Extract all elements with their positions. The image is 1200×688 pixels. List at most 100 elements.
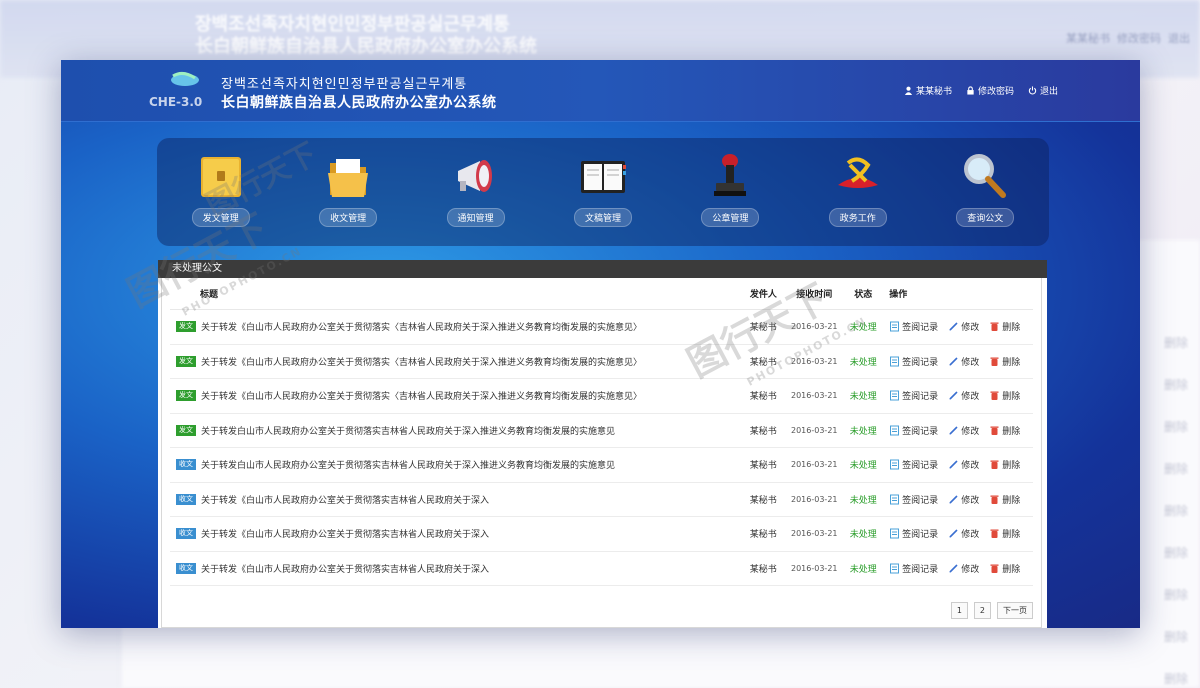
edit-button[interactable]: 修改 <box>948 320 979 333</box>
trash-icon <box>990 357 999 366</box>
sign-record-button[interactable]: 签阅记录 <box>889 424 938 437</box>
doc-date: 2016-03-21 <box>791 529 838 539</box>
doc-title[interactable]: 关于转发《白山市人民政府办公室关于贯彻落实〈吉林省人民政府关于深入推进义务教育均… <box>201 320 642 333</box>
table-header: 标题 发件人 接收时间 状态 操作 <box>170 278 1033 310</box>
row-actions: 签阅记录 修改 删除 <box>883 458 1033 471</box>
row-title-cell: 收文 关于转发《白山市人民政府办公室关于贯彻落实吉林省人民政府关于深入 <box>170 562 741 575</box>
delete-button[interactable]: 删除 <box>989 424 1020 437</box>
page-1-button[interactable]: 1 <box>950 602 968 619</box>
sign-record-label: 签阅记录 <box>902 323 939 334</box>
table-row[interactable]: 发文 关于转发《白山市人民政府办公室关于贯彻落实〈吉林省人民政府关于深入推进义务教… <box>170 379 1033 414</box>
table-row[interactable]: 发文 关于转发《白山市人民政府办公室关于贯彻落实〈吉林省人民政府关于深入推进义务教… <box>170 310 1033 345</box>
delete-button[interactable]: 删除 <box>989 389 1020 402</box>
edit-button[interactable]: 修改 <box>948 424 979 437</box>
doc-type-badge: 发文 <box>176 321 196 333</box>
delete-label: 删除 <box>1002 461 1021 472</box>
nav-send-docs[interactable]: 发文管理 <box>171 150 271 227</box>
document-icon <box>890 321 900 332</box>
edit-label: 修改 <box>961 357 980 368</box>
edit-button[interactable]: 修改 <box>948 458 979 471</box>
sign-record-button[interactable]: 签阅记录 <box>889 562 938 575</box>
table-row[interactable]: 发文 关于转发《白山市人民政府办公室关于贯彻落实〈吉林省人民政府关于深入推进义务教… <box>170 345 1033 379</box>
table-row[interactable]: 收文 关于转发《白山市人民政府办公室关于贯彻落实吉林省人民政府关于深入 某秘书 201… <box>170 552 1033 586</box>
doc-title[interactable]: 关于转发《白山市人民政府办公室关于贯彻落实〈吉林省人民政府关于深入推进义务教育均… <box>201 355 642 368</box>
panel-title: 未处理公文 <box>158 260 1047 278</box>
pencil-icon <box>949 357 958 366</box>
delete-button[interactable]: 删除 <box>989 458 1020 471</box>
delete-button[interactable]: 删除 <box>989 562 1020 575</box>
sign-record-button[interactable]: 签阅记录 <box>889 389 938 402</box>
doc-sender: 某秘书 <box>749 357 777 368</box>
doc-status: 未处理 <box>849 426 877 437</box>
doc-type-badge: 收文 <box>176 562 196 574</box>
sign-record-button[interactable]: 签阅记录 <box>889 527 938 540</box>
edit-button[interactable]: 修改 <box>948 562 979 575</box>
nav-seals[interactable]: 公章管理 <box>680 150 780 227</box>
next-page-button[interactable]: 下一页 <box>997 602 1033 619</box>
doc-date: 2016-03-21 <box>791 563 838 573</box>
delete-button[interactable]: 删除 <box>989 527 1020 540</box>
delete-label: 删除 <box>1002 426 1021 437</box>
edit-button[interactable]: 修改 <box>948 355 979 368</box>
doc-type-badge: 发文 <box>176 355 196 367</box>
doc-rows: 发文 关于转发《白山市人民政府办公室关于贯彻落实〈吉林省人民政府关于深入推进义务教… <box>170 310 1033 586</box>
doc-title[interactable]: 关于转发《白山市人民政府办公室关于贯彻落实吉林省人民政府关于深入 <box>201 493 489 506</box>
sign-record-label: 签阅记录 <box>902 461 939 472</box>
table-row[interactable]: 收文 关于转发《白山市人民政府办公室关于贯彻落实吉林省人民政府关于深入 某秘书 201… <box>170 483 1033 517</box>
magnifier-icon <box>964 154 1007 198</box>
trash-icon <box>990 495 999 504</box>
edit-button[interactable]: 修改 <box>948 527 979 540</box>
pencil-icon <box>949 391 958 400</box>
doc-title[interactable]: 关于转发《白山市人民政府办公室关于贯彻落实〈吉林省人民政府关于深入推进义务教育均… <box>201 389 642 402</box>
user-icon <box>904 86 913 95</box>
trash-icon <box>990 460 999 470</box>
delete-label: 删除 <box>1002 357 1021 368</box>
app-window: CHE-3.0 장백조선족자치현인민정부판공실근무계통 长白朝鲜族自治县人民政府… <box>61 60 1140 628</box>
table-row[interactable]: 收文 关于转发《白山市人民政府办公室关于贯彻落实吉林省人民政府关于深入 某秘书 201… <box>170 517 1033 552</box>
table-row[interactable]: 收文 关于转发白山市人民政府办公室关于贯彻落实吉林省人民政府关于深入推进义务教育均… <box>170 448 1033 483</box>
row-actions: 签阅记录 修改 删除 <box>883 562 1033 575</box>
logout-link[interactable]: 退出 <box>1028 84 1058 97</box>
doc-date: 2016-03-21 <box>791 494 838 504</box>
doc-title[interactable]: 关于转发白山市人民政府办公室关于贯彻落实吉林省人民政府关于深入推进义务教育均衡发… <box>201 424 615 437</box>
nav-label: 查询公文 <box>956 208 1015 227</box>
doc-date: 2016-03-21 <box>791 356 838 366</box>
background-delete-label: 删除 <box>1163 546 1188 560</box>
nav-drafts[interactable]: 文稿管理 <box>553 150 653 227</box>
nav-government-work[interactable]: 政务工作 <box>808 150 908 227</box>
sign-record-button[interactable]: 签阅记录 <box>889 493 938 506</box>
background-delete-label: 删除 <box>1163 336 1188 350</box>
change-password-link[interactable]: 修改密码 <box>966 84 1014 97</box>
nav-label: 政务工作 <box>828 208 887 227</box>
edit-button[interactable]: 修改 <box>948 493 979 506</box>
delete-label: 删除 <box>1002 495 1021 506</box>
doc-date: 2016-03-21 <box>791 425 838 435</box>
user-link[interactable]: 某某秘书 <box>904 84 952 97</box>
nav-receive-docs[interactable]: 收文管理 <box>298 150 398 227</box>
sign-record-button[interactable]: 签阅记录 <box>889 458 938 471</box>
nav-label: 发文管理 <box>191 208 250 227</box>
row-actions: 签阅记录 修改 删除 <box>883 389 1033 402</box>
user-links: 某某秘书 修改密码 退出 <box>904 84 1058 97</box>
doc-title[interactable]: 关于转发《白山市人民政府办公室关于贯彻落实吉林省人民政府关于深入 <box>201 562 489 575</box>
sign-record-button[interactable]: 签阅记录 <box>889 320 938 333</box>
doc-title[interactable]: 关于转发白山市人民政府办公室关于贯彻落实吉林省人民政府关于深入推进义务教育均衡发… <box>201 458 615 471</box>
doc-title[interactable]: 关于转发《白山市人民政府办公室关于贯彻落实吉林省人民政府关于深入 <box>201 527 489 540</box>
app-logo: CHE-3.0 <box>149 71 202 109</box>
nav-search-docs[interactable]: 查询公文 <box>935 150 1035 227</box>
sign-record-label: 签阅记录 <box>902 357 939 368</box>
sign-record-button[interactable]: 签阅记录 <box>889 355 938 368</box>
doc-type-badge: 收文 <box>176 493 196 505</box>
delete-button[interactable]: 删除 <box>989 493 1020 506</box>
trash-icon <box>990 426 999 435</box>
delete-label: 删除 <box>1002 564 1021 575</box>
table-row[interactable]: 发文 关于转发白山市人民政府办公室关于贯彻落实吉林省人民政府关于深入推进义务教育均… <box>170 414 1033 448</box>
nav-notices[interactable]: 通知管理 <box>426 150 526 227</box>
document-icon <box>890 459 900 470</box>
delete-button[interactable]: 删除 <box>989 355 1020 368</box>
page-2-button[interactable]: 2 <box>973 602 991 619</box>
edit-button[interactable]: 修改 <box>948 389 979 402</box>
app-title-chinese: 长白朝鲜族自治县人民政府办公室办公系统 <box>221 95 497 111</box>
sign-record-label: 签阅记录 <box>902 426 939 437</box>
delete-button[interactable]: 删除 <box>989 320 1020 333</box>
